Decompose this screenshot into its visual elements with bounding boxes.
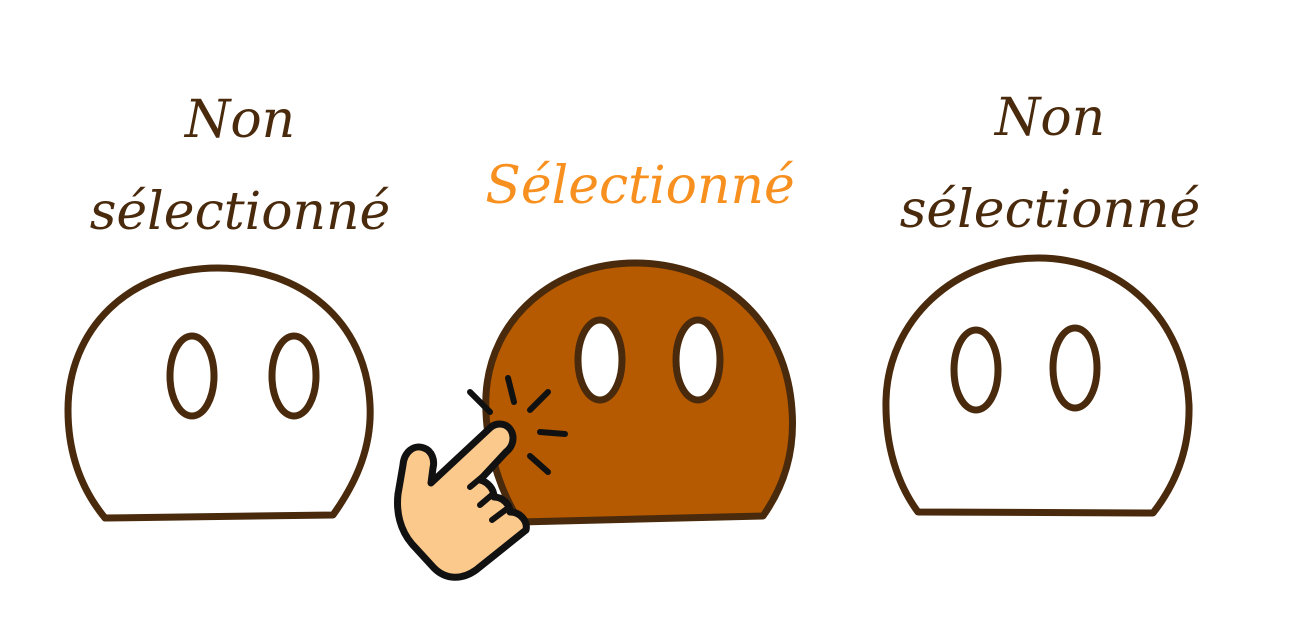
- scene-canvas: [64, 254, 1193, 581]
- blob-body-middle: [482, 259, 796, 526]
- blob-eye-right-1: [950, 326, 1002, 414]
- blob-eye-left-2: [268, 332, 320, 420]
- blob-eye-middle-1: [574, 316, 626, 404]
- blob-eye-right-2: [1049, 324, 1101, 412]
- option-middle-blob[interactable]: [482, 259, 796, 526]
- option-left-blob[interactable]: [64, 264, 374, 522]
- blob-body-right: [882, 254, 1193, 517]
- tapping-hand-icon: [394, 420, 530, 581]
- option-right-blob[interactable]: [882, 254, 1193, 517]
- blob-eye-middle-2: [672, 316, 724, 404]
- blob-eye-left-1: [166, 332, 218, 420]
- blob-body-left: [64, 264, 374, 522]
